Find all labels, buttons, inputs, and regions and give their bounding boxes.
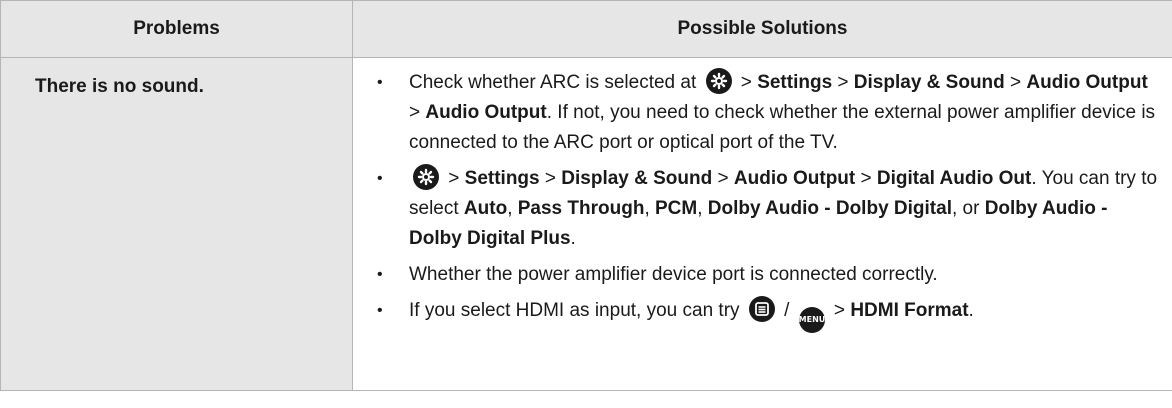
- text-segment: >: [828, 300, 851, 321]
- text-segment: >: [712, 168, 734, 189]
- text-segment: , or: [951, 198, 985, 219]
- text-segment: Settings: [464, 168, 540, 189]
- bullet: •: [377, 266, 383, 283]
- text-segment: Audio Output: [733, 168, 856, 189]
- text-segment: ,: [697, 198, 708, 219]
- list-icon: [748, 296, 775, 322]
- solutions-list: • Check whether ARC is selected at > Set…: [377, 68, 1160, 333]
- list-item: • Check whether ARC is selected at > Set…: [377, 68, 1160, 158]
- bullet: •: [377, 74, 383, 91]
- menu-button-icon: MENU: [798, 307, 825, 333]
- text-segment: Auto: [463, 198, 508, 219]
- problems-header: Problems: [0, 0, 353, 58]
- text-segment: PCM: [655, 198, 698, 219]
- text-segment: .: [968, 300, 974, 321]
- troubleshooting-table: Problems Possible Solutions There is no …: [0, 0, 1172, 391]
- text-segment: Display & Sound: [853, 72, 1005, 93]
- table-row: There is no sound. • Check whether ARC i…: [0, 57, 1172, 391]
- list-item: • > Settings > Display & Sound > Audio O…: [377, 164, 1160, 254]
- text-segment: Whether the power amplifier device port …: [409, 264, 938, 285]
- solutions-header: Possible Solutions: [352, 0, 1172, 58]
- text-segment: >: [1004, 72, 1027, 93]
- text-segment: Check whether ARC is selected at: [409, 72, 697, 93]
- text-segment: Dolby Audio - Dolby Digital: [707, 198, 952, 219]
- text-segment: Audio Output: [1026, 72, 1148, 93]
- text-segment: If you select HDMI as input, you can try: [409, 300, 740, 321]
- text-segment: Settings: [757, 72, 833, 93]
- text-segment: >: [443, 168, 465, 189]
- text-segment: ,: [507, 198, 518, 219]
- text-segment: Display & Sound: [561, 168, 713, 189]
- bullet: •: [377, 302, 383, 319]
- text-segment: >: [855, 168, 877, 189]
- solutions-cell: • Check whether ARC is selected at > Set…: [352, 57, 1172, 391]
- text-segment: Pass Through: [517, 198, 645, 219]
- text-segment: >: [409, 102, 426, 123]
- settings-gear-icon: [413, 164, 439, 190]
- text-segment: >: [735, 72, 758, 93]
- text-segment: /: [778, 300, 795, 321]
- text-segment: Audio Output: [425, 102, 547, 123]
- list-item: • Whether the power amplifier device por…: [377, 260, 1160, 290]
- list-item: • If you select HDMI as input, you can t…: [377, 296, 1160, 333]
- text-segment: Digital Audio Out: [876, 168, 1032, 189]
- text-segment: ,: [644, 198, 655, 219]
- header-row: Problems Possible Solutions: [0, 0, 1172, 58]
- text-segment: .: [570, 228, 576, 249]
- problem-cell: There is no sound.: [0, 57, 353, 391]
- settings-gear-icon: [705, 68, 732, 94]
- text-segment: HDMI Format: [850, 300, 969, 321]
- text-segment: >: [832, 72, 854, 93]
- text-segment: >: [539, 168, 562, 189]
- bullet: •: [377, 170, 383, 187]
